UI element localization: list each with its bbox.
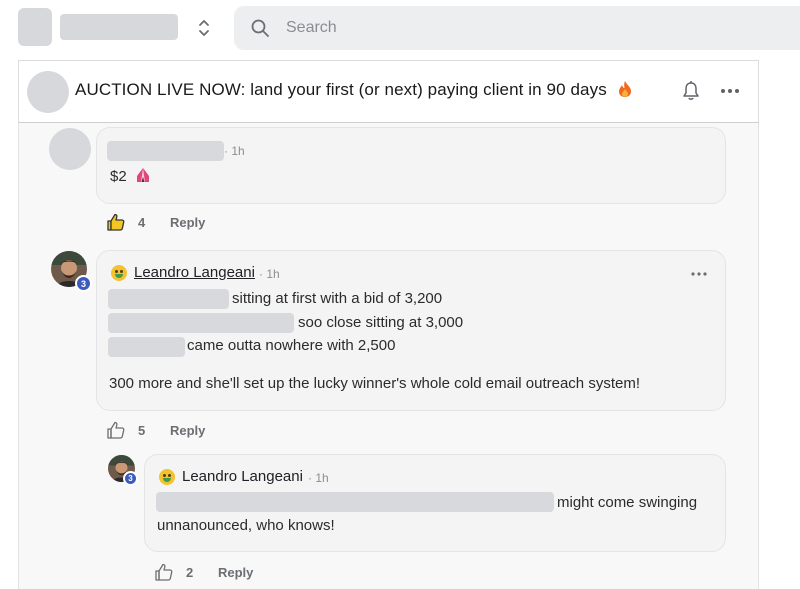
comment-text: $2 — [110, 167, 151, 187]
thumbs-up-icon[interactable] — [106, 212, 126, 232]
comment-bubble: Leandro Langeani · 1h sitting at first w… — [96, 250, 726, 411]
comment-line: soo close sitting at 3,000 — [298, 314, 464, 331]
search-bar[interactable] — [234, 6, 800, 50]
thumbs-up-icon[interactable] — [106, 420, 126, 440]
commenter-avatar[interactable] — [49, 128, 91, 170]
comment-paragraph: 300 more and she'll set up the lucky win… — [109, 375, 640, 392]
bell-icon[interactable] — [682, 80, 700, 102]
group-name[interactable] — [60, 14, 178, 40]
comment-actions: 4 Reply — [106, 212, 205, 232]
search-input[interactable] — [286, 16, 766, 40]
like-count: 2 — [186, 564, 194, 580]
comment-time: · 1h — [224, 144, 245, 158]
money-mouth-face-icon — [111, 265, 127, 281]
reply-button[interactable]: Reply — [170, 215, 205, 230]
fire-icon — [618, 80, 632, 103]
comment-bubble: · 1h $2 — [96, 127, 726, 204]
author-name[interactable]: Leandro Langeani — [134, 264, 255, 281]
circus-tent-icon — [135, 167, 151, 187]
mention-name[interactable] — [108, 289, 229, 309]
commenter-name[interactable] — [107, 141, 224, 161]
top-bar — [0, 0, 800, 58]
comment-line: sitting at first with a bid of 3,200 — [232, 290, 443, 307]
money-mouth-face-icon — [159, 469, 175, 485]
author-name[interactable]: Leandro Langeani — [182, 468, 303, 485]
like-count: 4 — [138, 214, 146, 230]
reply-button[interactable]: Reply — [218, 565, 253, 580]
author-avatar[interactable] — [27, 71, 69, 113]
chevron-up-down-icon[interactable] — [194, 14, 214, 42]
comment-time: · 1h — [259, 267, 280, 281]
mention-name[interactable] — [108, 313, 294, 333]
comment-line: might come swinging — [557, 494, 698, 511]
comment-bubble: Leandro Langeani · 1h might come swingin… — [144, 454, 726, 552]
post-title: AUCTION LIVE NOW: land your first (or ne… — [75, 80, 632, 103]
level-badge: 3 — [123, 471, 138, 486]
like-count: 5 — [138, 422, 146, 438]
reply-button[interactable]: Reply — [170, 423, 205, 438]
level-badge: 3 — [75, 275, 92, 292]
comment-line: came outta nowhere with 2,500 — [187, 337, 396, 354]
search-icon — [250, 18, 270, 38]
more-options-icon[interactable] — [719, 80, 741, 102]
comment-line: unnanounced, who knows! — [157, 517, 335, 534]
group-logo[interactable] — [18, 8, 52, 46]
mention-name[interactable] — [108, 337, 185, 357]
comment-actions: 2 Reply — [154, 562, 253, 582]
comment-time: · 1h — [308, 471, 329, 485]
post-header: AUCTION LIVE NOW: land your first (or ne… — [18, 60, 759, 123]
comment-actions: 5 Reply — [106, 420, 205, 440]
more-options-icon[interactable] — [688, 267, 710, 281]
thumbs-up-icon[interactable] — [154, 562, 174, 582]
mention-name[interactable] — [156, 492, 554, 512]
